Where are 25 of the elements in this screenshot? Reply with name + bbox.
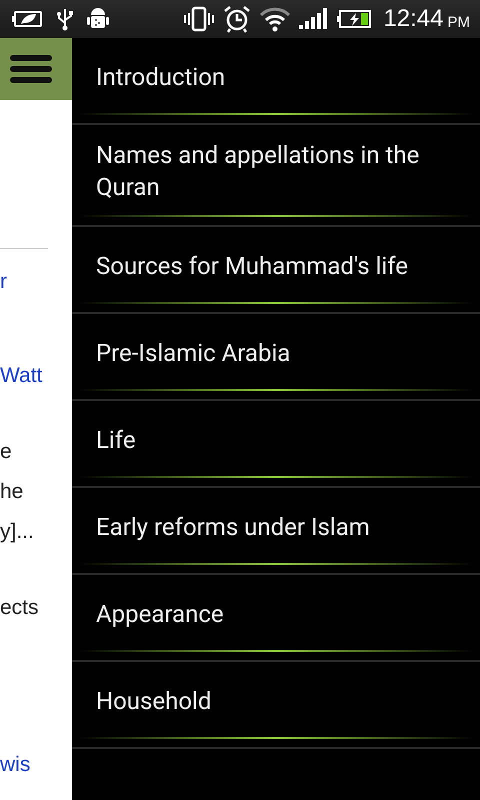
drawer-item[interactable]: Life [72,401,480,488]
battery-leaf-icon [12,9,44,29]
drawer-item[interactable]: Pre-Islamic Arabia [72,314,480,401]
article-text: y]... [0,519,34,545]
drawer-item[interactable]: Sources for Muhammad's life [72,227,480,314]
article-text: he [0,479,24,505]
article-link[interactable]: r [0,269,7,295]
alarm-clock-icon [223,5,252,33]
wifi-icon [259,6,292,32]
usb-icon [56,7,74,31]
drawer-item[interactable]: Early reforms under Islam [72,488,480,575]
signal-icon [299,7,330,31]
clock-time: 12:44 [383,5,444,33]
drawer-item[interactable]: Names and appellations in the Quran [72,125,480,227]
drawer-item[interactable]: Household [72,662,480,749]
clock-meridiem: PM [448,14,470,30]
article-text: ects [0,595,39,621]
battery-charging-icon [337,9,372,29]
article-link[interactable]: Watt [0,363,42,389]
article-text: e [0,439,12,465]
drawer-item[interactable]: Appearance [72,575,480,662]
drawer-item[interactable]: Introduction [72,38,480,125]
vibrate-icon [183,6,216,32]
article-link[interactable]: wis [0,752,30,778]
menu-icon [10,54,52,84]
